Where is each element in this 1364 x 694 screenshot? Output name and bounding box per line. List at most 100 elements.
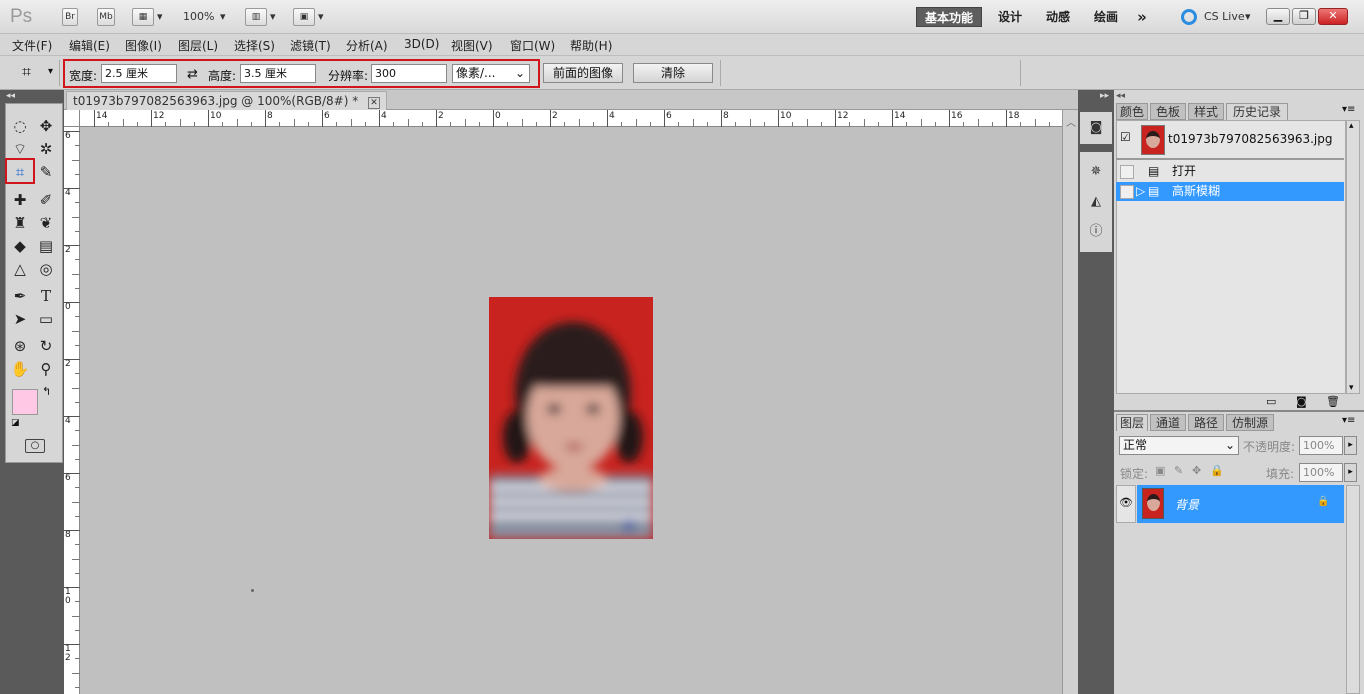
workspace-design[interactable]: 设计 [992,7,1028,27]
healing-brush-tool-icon[interactable]: ✚ [9,190,31,210]
menu-3d[interactable]: 3D(D) [404,37,439,51]
history-state-selected[interactable]: ▷ ▤ 高斯模糊 [1116,182,1344,201]
chevron-down-icon[interactable]: ▾ [1245,10,1251,23]
menu-select[interactable]: 选择(S) [234,37,275,54]
tool-preset-picker[interactable]: ⌗ ▾ [8,60,60,86]
menu-edit[interactable]: 编辑(E) [69,37,110,54]
horizontal-ruler[interactable]: 14 12 10 8 6 4 2 0 2 4 6 8 10 12 14 16 18 [80,110,1062,127]
hand-tool-icon[interactable]: ✋ [9,359,31,379]
quick-mask-button[interactable]: ○ [25,439,45,453]
menu-analysis[interactable]: 分析(A) [346,37,388,54]
new-document-from-state-icon[interactable]: ▭ [1266,395,1276,408]
menu-image[interactable]: 图像(I) [125,37,162,54]
document-tab[interactable]: t01973b797082563963.jpg @ 100%(RGB/8#) *… [66,91,388,110]
history-brush-source-icon[interactable]: ☑ [1120,130,1131,144]
layer-row-background[interactable]: 背景 🔒 [1137,485,1344,523]
swap-icon[interactable]: ⇄ [187,67,198,82]
3d-orbit-tool-icon[interactable]: ↻ [35,336,57,356]
rectangle-tool-icon[interactable]: ▭ [35,309,57,329]
snapshot-name[interactable]: t01973b797082563963.jpg [1168,132,1333,146]
workspace-essentials[interactable]: 基本功能 [916,7,982,27]
pen-tool-icon[interactable]: ✒ [9,286,31,306]
tab-channels[interactable]: 通道 [1150,414,1186,431]
foreground-color-swatch[interactable] [12,389,38,415]
view-extras-button[interactable]: ▦ [132,8,154,26]
layer-visibility-toggle[interactable]: 👁 [1116,485,1136,523]
opacity-field[interactable]: 100% [1299,436,1343,455]
blend-mode-select[interactable]: 正常 ⌄ [1119,436,1239,455]
fill-field[interactable]: 100% [1299,463,1343,482]
tab-color[interactable]: 颜色 [1116,103,1148,120]
vertical-ruler[interactable]: 6 4 2 0 2 4 6 8 10 12 [64,127,80,694]
collapse-panel-icon[interactable]: ◂◂ [1116,91,1125,101]
history-scrollbar[interactable]: ▴ ▾ [1346,120,1360,394]
tab-paths[interactable]: 路径 [1188,414,1224,431]
brush-tool-icon[interactable]: ✐ [35,190,57,210]
chevron-down-icon[interactable]: ▾ [157,10,163,23]
screen-mode-button[interactable]: ▣ [293,8,315,26]
gradient-tool-icon[interactable]: ▤ [35,236,57,256]
info-icon[interactable]: ⓘ [1085,221,1107,243]
width-field[interactable]: 2.5 厘米 [101,64,177,83]
history-brush-tool-icon[interactable]: ❦ [35,213,57,233]
workspace-motion[interactable]: 动感 [1040,7,1076,27]
zoom-level[interactable]: 100% [183,10,214,23]
lasso-tool-icon[interactable]: ⌔ [9,139,31,159]
new-snapshot-icon[interactable]: ◙ [1296,395,1307,408]
blur-tool-icon[interactable]: △ [9,259,31,279]
minimize-button[interactable]: ▁ [1266,8,1290,25]
panel-menu-icon[interactable]: ▾≡ [1342,104,1355,115]
tab-clone-source[interactable]: 仿制源 [1226,414,1274,431]
clear-button[interactable]: 清除 [633,63,713,83]
arrange-documents-button[interactable]: ▥ [245,8,267,26]
lock-image-icon[interactable]: ✎ [1174,464,1183,477]
tab-swatches[interactable]: 色板 [1150,103,1186,120]
resolution-field[interactable]: 300 [371,64,447,83]
maximize-button[interactable]: ❐ [1292,8,1316,25]
chevron-down-icon[interactable]: ▾ [270,10,276,23]
menu-file[interactable]: 文件(F) [12,37,52,54]
history-state[interactable]: ▤ 打开 [1116,162,1344,181]
collapse-panel-icon[interactable]: ▸▸ [1100,91,1109,101]
resolution-unit-select[interactable]: 像素/... ⌄ [452,64,530,83]
histogram-icon[interactable]: ◭ [1085,191,1107,213]
menu-layer[interactable]: 图层(L) [178,37,218,54]
height-field[interactable]: 3.5 厘米 [240,64,316,83]
panel-menu-icon[interactable]: ▾≡ [1342,415,1355,426]
close-button[interactable]: ✕ [1318,8,1348,25]
lock-all-icon[interactable]: 🔒 [1210,464,1224,477]
cslive-button[interactable]: CS Live [1204,10,1245,23]
scroll-up-icon[interactable]: ︿ [1066,114,1076,129]
layers-scrollbar[interactable] [1346,485,1360,694]
checkbox[interactable] [1120,165,1134,179]
3d-rotate-tool-icon[interactable]: ⊛ [9,336,31,356]
chevron-down-icon[interactable]: ▾ [220,10,226,23]
dodge-tool-icon[interactable]: ◎ [35,259,57,279]
chevron-down-icon[interactable]: ▾ [318,10,324,23]
scroll-down-icon[interactable]: ▾ [1349,383,1354,393]
lock-transparent-icon[interactable]: ▣ [1155,464,1165,477]
menu-help[interactable]: 帮助(H) [570,37,612,54]
fill-slider-button[interactable]: ▸ [1344,463,1357,482]
mini-bridge-button[interactable]: Mb [97,8,115,26]
document-scrollbar[interactable]: ︿ [1062,110,1078,694]
default-colors-icon[interactable]: ◪ [11,418,20,428]
zoom-tool-icon[interactable]: ⚲ [35,359,57,379]
navigator-icon[interactable]: ✵ [1085,161,1107,183]
front-image-button[interactable]: 前面的图像 [543,63,623,83]
checkbox[interactable] [1120,185,1134,199]
scroll-up-icon[interactable]: ▴ [1349,121,1354,131]
opacity-slider-button[interactable]: ▸ [1344,436,1357,455]
tab-layers[interactable]: 图层 [1116,414,1148,431]
eyedropper-tool-icon[interactable]: ✎ [35,162,57,182]
collapse-panel-icon[interactable]: ◂◂ [6,91,15,101]
camera-icon[interactable]: ◙ [1085,117,1107,139]
eraser-tool-icon[interactable]: ◆ [9,236,31,256]
menu-filter[interactable]: 滤镜(T) [290,37,331,54]
magic-wand-tool-icon[interactable]: ✲ [35,139,57,159]
tab-styles[interactable]: 样式 [1188,103,1224,120]
lock-position-icon[interactable]: ✥ [1192,464,1201,477]
path-selection-tool-icon[interactable]: ➤ [9,309,31,329]
close-tab-icon[interactable]: ✕ [368,97,381,109]
marquee-tool-icon[interactable]: ◌ [9,116,31,136]
